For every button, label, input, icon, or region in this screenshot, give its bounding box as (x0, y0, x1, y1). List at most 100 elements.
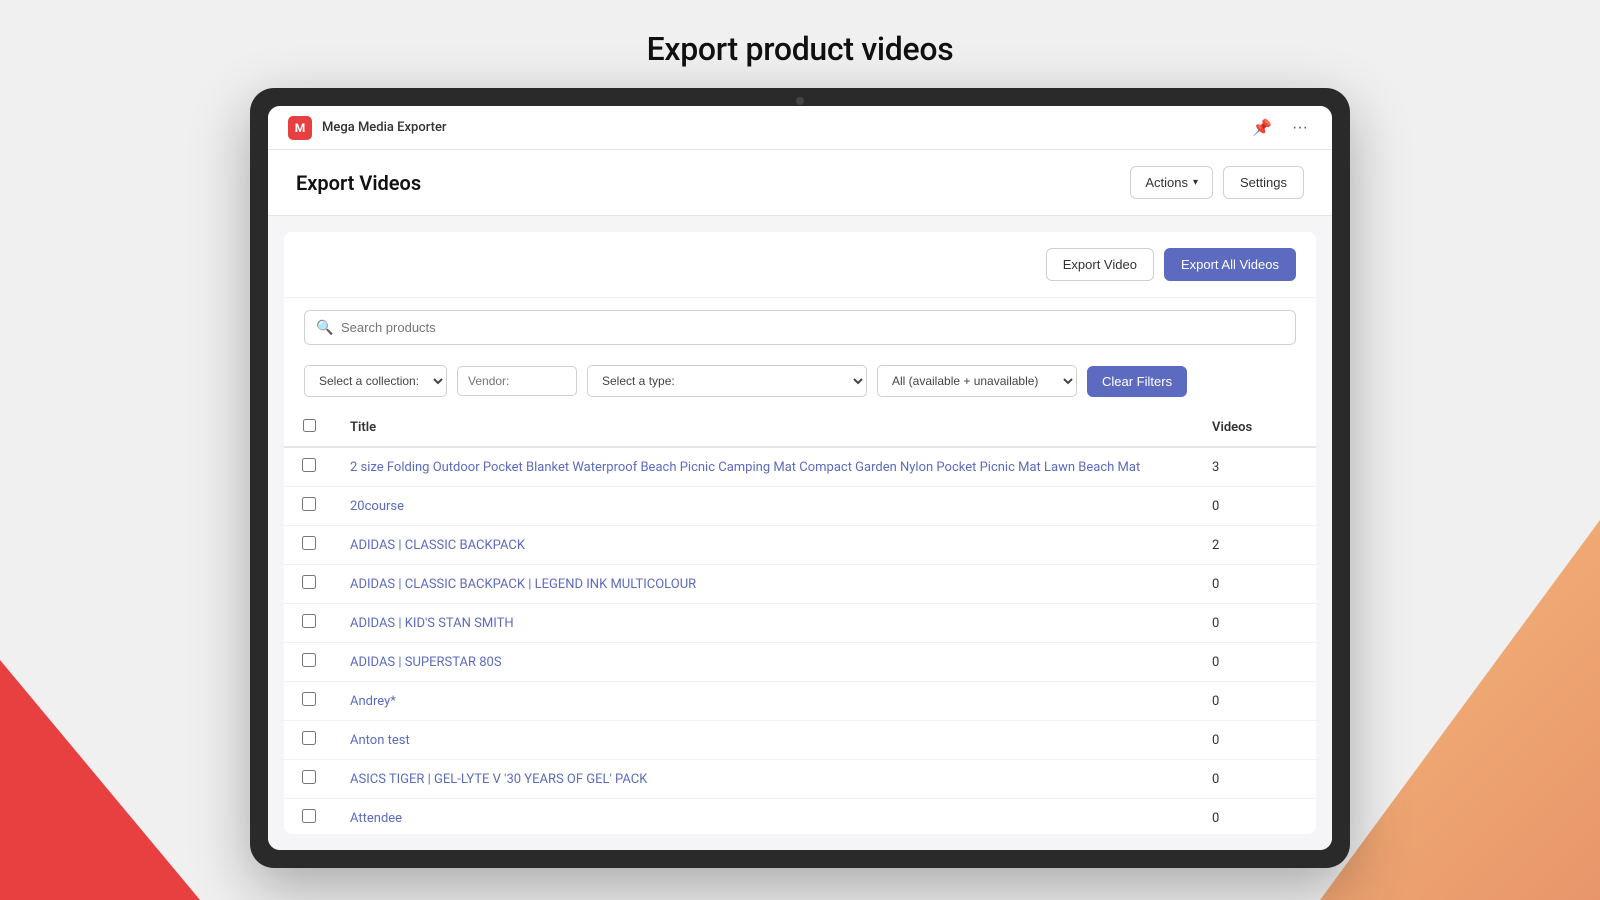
row-videos-2: 2 (1196, 526, 1316, 565)
content-body: Export Video Export All Videos 🔍 (284, 232, 1316, 834)
pin-icon: 📌 (1252, 118, 1272, 138)
products-table: Title Videos 2 size Folding Outdoor Pock… (284, 409, 1316, 834)
product-link-6[interactable]: Andrey* (350, 694, 396, 709)
row-title-4: ADIDAS | KID'S STAN SMITH (334, 604, 1196, 643)
row-checkbox-cell-9 (284, 799, 334, 835)
table-row: 2 size Folding Outdoor Pocket Blanket Wa… (284, 447, 1316, 487)
actions-button[interactable]: Actions ▾ (1130, 166, 1213, 199)
product-link-0[interactable]: 2 size Folding Outdoor Pocket Blanket Wa… (350, 460, 1140, 475)
table-row: ADIDAS | CLASSIC BACKPACK 2 (284, 526, 1316, 565)
product-link-7[interactable]: Anton test (350, 733, 410, 748)
product-link-4[interactable]: ADIDAS | KID'S STAN SMITH (350, 616, 514, 631)
actions-label: Actions (1145, 175, 1188, 190)
row-checkbox-cell-5 (284, 643, 334, 682)
row-videos-6: 0 (1196, 682, 1316, 721)
availability-filter[interactable]: All (available + unavailable) Available … (877, 365, 1077, 397)
table-row: ASICS TIGER | GEL-LYTE V '30 YEARS OF GE… (284, 760, 1316, 799)
videos-column-label: Videos (1212, 420, 1252, 435)
row-title-9: Attendee (334, 799, 1196, 835)
row-checkbox-4[interactable] (302, 614, 316, 628)
table-row: Anton test 0 (284, 721, 1316, 760)
main-content: Export Videos Actions ▾ Settings (268, 150, 1332, 850)
export-all-label: Export All Videos (1181, 257, 1279, 272)
product-link-2[interactable]: ADIDAS | CLASSIC BACKPACK (350, 538, 525, 553)
title-column-label: Title (350, 420, 376, 435)
settings-button[interactable]: Settings (1223, 166, 1304, 199)
table-body: 2 size Folding Outdoor Pocket Blanket Wa… (284, 447, 1316, 834)
row-title-8: ASICS TIGER | GEL-LYTE V '30 YEARS OF GE… (334, 760, 1196, 799)
row-checkbox-3[interactable] (302, 575, 316, 589)
products-table-container[interactable]: Title Videos 2 size Folding Outdoor Pock… (284, 409, 1316, 834)
app-header-left: M Mega Media Exporter (288, 116, 447, 140)
export-row: Export Video Export All Videos (284, 232, 1316, 298)
product-link-9[interactable]: Attendee (350, 811, 402, 826)
row-videos-0: 3 (1196, 447, 1316, 487)
app-header-right: 📌 ··· (1248, 114, 1312, 142)
table-row: ADIDAS | KID'S STAN SMITH0 (284, 604, 1316, 643)
row-title-0: 2 size Folding Outdoor Pocket Blanket Wa… (334, 447, 1196, 487)
export-video-button[interactable]: Export Video (1046, 248, 1154, 281)
row-checkbox-0[interactable] (302, 458, 316, 472)
row-videos-3: 0 (1196, 565, 1316, 604)
row-title-1: 20course (334, 487, 1196, 526)
row-checkbox-cell-1 (284, 487, 334, 526)
row-videos-7: 0 (1196, 721, 1316, 760)
row-checkbox-8[interactable] (302, 770, 316, 784)
row-checkbox-7[interactable] (302, 731, 316, 745)
videos-column-header: Videos (1196, 409, 1316, 447)
row-checkbox-cell-6 (284, 682, 334, 721)
table-row: ADIDAS | SUPERSTAR 80S0 (284, 643, 1316, 682)
app-logo: M (288, 116, 312, 140)
row-title-3: ADIDAS | CLASSIC BACKPACK | LEGEND INK M… (334, 565, 1196, 604)
select-all-header (284, 409, 334, 447)
export-video-label: Export Video (1063, 257, 1137, 272)
type-filter[interactable]: Select a type: (587, 365, 867, 397)
product-link-5[interactable]: ADIDAS | SUPERSTAR 80S (350, 655, 502, 670)
row-checkbox-1[interactable] (302, 497, 316, 511)
table-row: 20course 0 (284, 487, 1316, 526)
more-icon: ··· (1292, 119, 1308, 137)
table-row: Andrey* 0 (284, 682, 1316, 721)
collection-filter[interactable]: Select a collection: (304, 365, 447, 397)
clear-filters-button[interactable]: Clear Filters (1087, 366, 1187, 397)
device-camera (796, 97, 804, 105)
search-icon: 🔍 (316, 320, 333, 336)
vendor-filter[interactable] (457, 366, 577, 396)
row-checkbox-5[interactable] (302, 653, 316, 667)
clear-filters-label: Clear Filters (1102, 374, 1172, 389)
page-header-actions: Actions ▾ Settings (1130, 166, 1304, 199)
filters-row: Select a collection: Select a type: All … (284, 357, 1316, 409)
row-checkbox-cell-7 (284, 721, 334, 760)
search-area: 🔍 (284, 298, 1316, 357)
product-link-1[interactable]: 20course (350, 499, 404, 514)
row-checkbox-2[interactable] (302, 536, 316, 550)
page-title: Export product videos (647, 30, 954, 68)
row-title-7: Anton test (334, 721, 1196, 760)
title-column-header: Title (334, 409, 1196, 447)
table-header: Title Videos (284, 409, 1316, 447)
more-options-button[interactable]: ··· (1288, 115, 1312, 141)
row-title-6: Andrey* (334, 682, 1196, 721)
settings-label: Settings (1240, 175, 1287, 190)
row-videos-8: 0 (1196, 760, 1316, 799)
row-checkbox-cell-2 (284, 526, 334, 565)
row-title-5: ADIDAS | SUPERSTAR 80S (334, 643, 1196, 682)
row-videos-9: 0 (1196, 799, 1316, 835)
product-link-8[interactable]: ASICS TIGER | GEL-LYTE V '30 YEARS OF GE… (350, 772, 647, 787)
actions-chevron-icon: ▾ (1193, 177, 1198, 188)
row-title-2: ADIDAS | CLASSIC BACKPACK (334, 526, 1196, 565)
product-link-3[interactable]: ADIDAS | CLASSIC BACKPACK | LEGEND INK M… (350, 577, 696, 592)
pin-button[interactable]: 📌 (1248, 114, 1276, 142)
select-all-checkbox[interactable] (303, 419, 316, 432)
table-row: Attendee 0 (284, 799, 1316, 835)
export-all-videos-button[interactable]: Export All Videos (1164, 248, 1296, 281)
row-checkbox-cell-0 (284, 447, 334, 487)
page-wrapper: Export product videos M Mega Media Expor… (0, 0, 1600, 900)
export-videos-title: Export Videos (296, 171, 421, 195)
row-videos-1: 0 (1196, 487, 1316, 526)
row-checkbox-6[interactable] (302, 692, 316, 706)
app-logo-text: M (295, 121, 306, 135)
search-input[interactable] (304, 310, 1296, 345)
page-header: Export Videos Actions ▾ Settings (268, 150, 1332, 216)
row-checkbox-9[interactable] (302, 809, 316, 823)
